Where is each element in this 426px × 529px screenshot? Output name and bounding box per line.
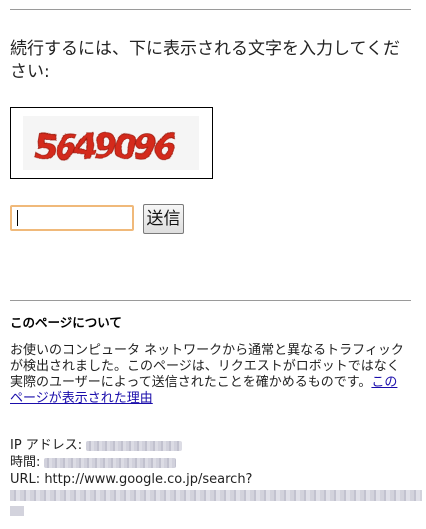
url-query-redacted-tail <box>10 506 24 516</box>
time-redacted <box>44 457 177 468</box>
about-body-text: お使いのコンピュータ ネットワークから通常と異なるトラフィックが検出されました。… <box>10 343 404 390</box>
url-query-redacted <box>10 490 422 501</box>
captcha-page: 続行するには、下に表示される文字を入力してください: 5649096 送信 この… <box>0 0 426 529</box>
ip-address-row: IP アドレス: <box>10 438 183 454</box>
url-label: URL: <box>10 472 41 487</box>
time-row: 時間: <box>10 455 177 471</box>
url-row: URL: http://www.google.co.jp/search? <box>10 472 252 488</box>
about-description: お使いのコンピュータ ネットワークから通常と異なるトラフィックが検出されました。… <box>10 343 410 407</box>
section-divider <box>10 300 411 301</box>
ip-address-label: IP アドレス: <box>10 438 83 453</box>
time-label: 時間: <box>10 455 41 470</box>
text-cursor <box>17 210 18 226</box>
ip-address-redacted <box>86 440 183 451</box>
submit-button[interactable]: 送信 <box>143 204 184 234</box>
top-divider <box>10 9 411 10</box>
captcha-instructions: 続行するには、下に表示される文字を入力してください: <box>10 39 400 82</box>
captcha-distorted-text: 5649096 <box>23 116 199 170</box>
about-heading: このページについて <box>10 315 122 330</box>
captcha-answer-input[interactable] <box>10 205 134 231</box>
captcha-image: 5649096 <box>10 107 213 179</box>
captcha-characters: 5649096 <box>31 127 179 166</box>
url-value: http://www.google.co.jp/search? <box>44 472 253 487</box>
